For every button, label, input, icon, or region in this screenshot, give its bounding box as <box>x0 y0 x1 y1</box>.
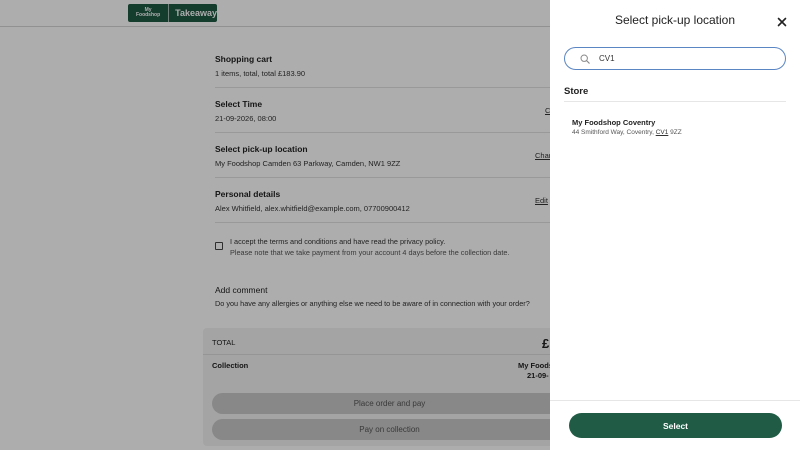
search-match: CV1 <box>655 129 669 136</box>
close-icon <box>777 17 787 27</box>
search-box <box>564 47 786 70</box>
close-button[interactable] <box>776 16 788 28</box>
divider <box>564 101 786 102</box>
store-name: My Foodshop Coventry <box>572 118 656 127</box>
search-icon <box>580 54 590 64</box>
search-input[interactable] <box>599 51 779 66</box>
divider <box>550 400 800 401</box>
select-button[interactable]: Select <box>569 413 782 438</box>
pickup-location-drawer: Select pick-up location Store My Foodsho… <box>550 0 800 450</box>
drawer-title: Select pick-up location <box>614 13 736 27</box>
store-address: 44 Smithford Way, Coventry, CV1 9ZZ <box>572 129 682 136</box>
store-heading: Store <box>564 86 589 97</box>
store-result-item[interactable]: My Foodshop Coventry 44 Smithford Way, C… <box>572 118 772 136</box>
